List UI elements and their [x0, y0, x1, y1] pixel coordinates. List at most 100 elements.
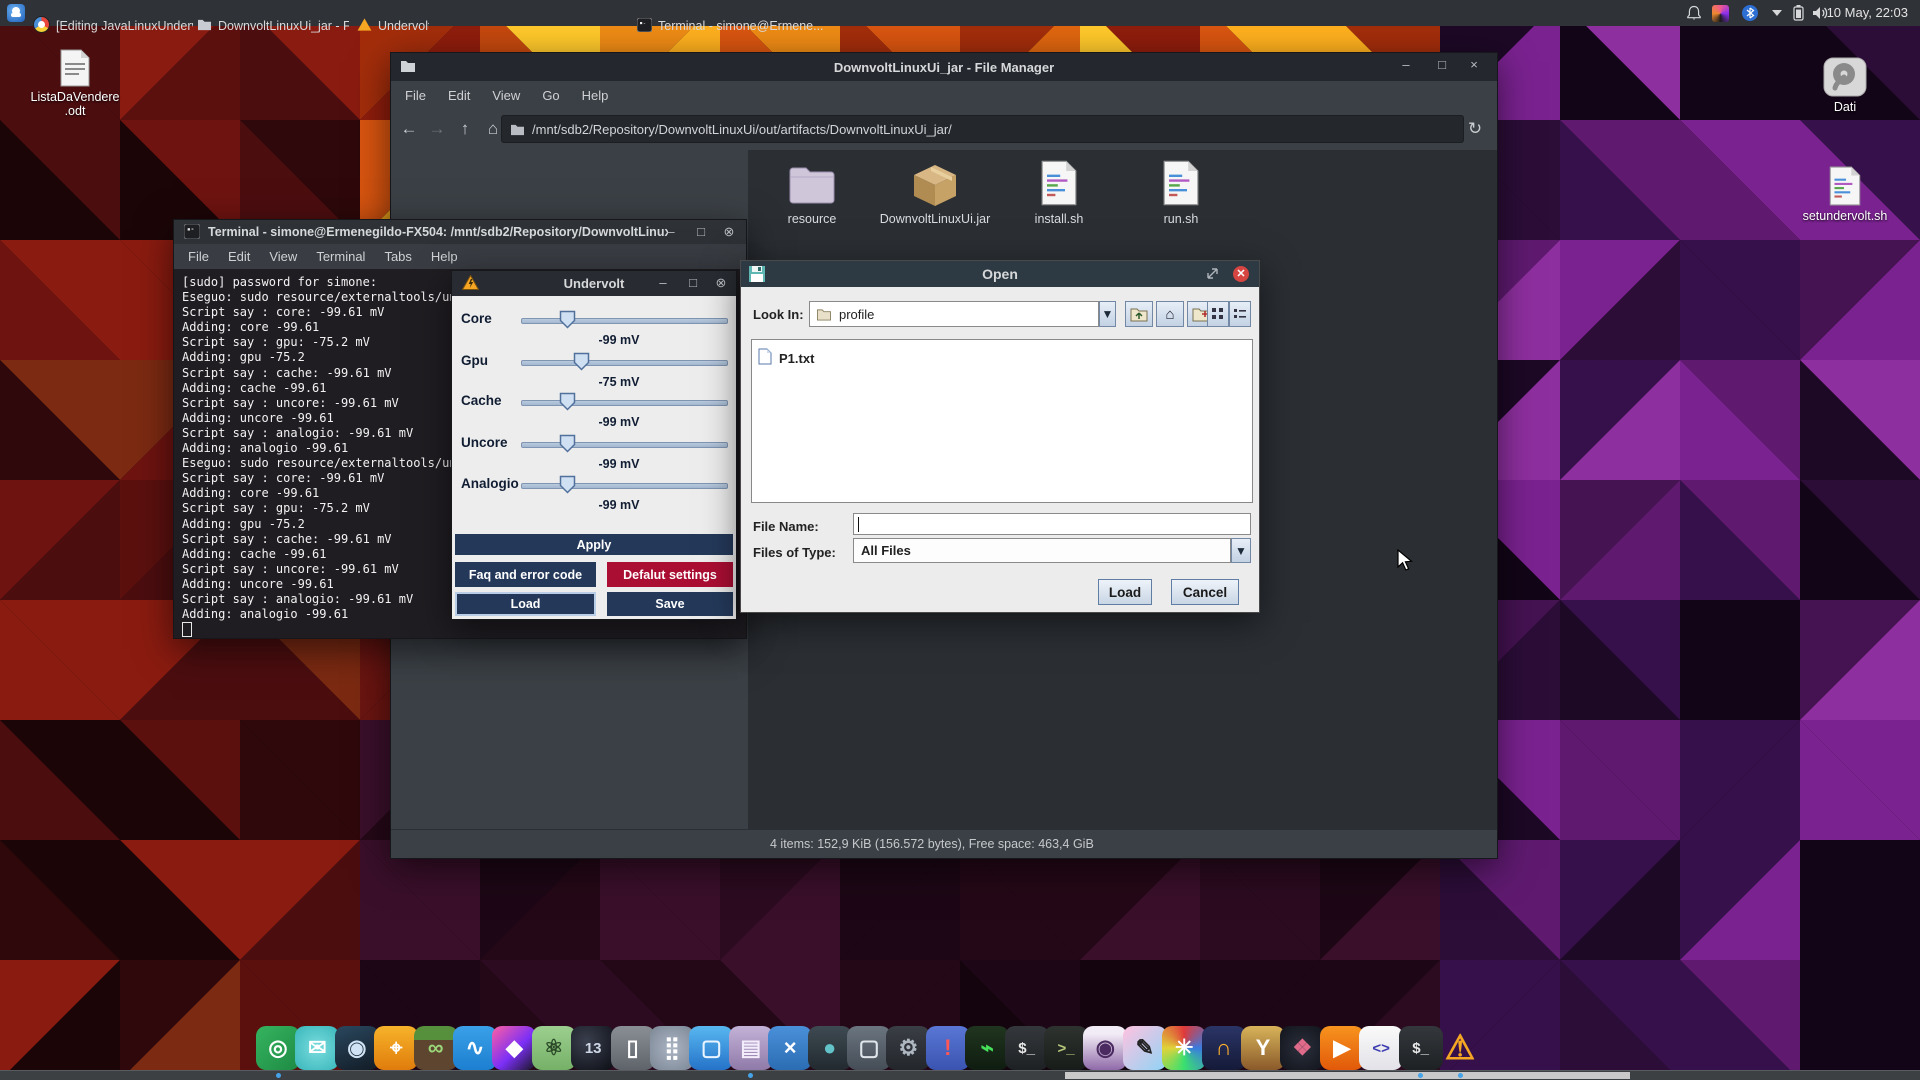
- dock-window-blue[interactable]: ▢: [689, 1026, 733, 1070]
- load-button[interactable]: Load: [455, 592, 596, 616]
- network-caret-icon[interactable]: [1770, 0, 1784, 26]
- dock-media-play[interactable]: ▶: [1320, 1026, 1364, 1070]
- close-icon[interactable]: ✕: [1233, 266, 1249, 282]
- terminal-titlebar[interactable]: ▪- Terminal - simone@Ermenegildo-FX504: …: [174, 220, 746, 244]
- minimize-icon[interactable]: –: [1395, 53, 1417, 77]
- dock-disc-teal[interactable]: ●: [808, 1026, 852, 1070]
- folder-up-icon[interactable]: [1125, 301, 1153, 327]
- slider-thumb-core[interactable]: [559, 310, 576, 334]
- desktop-icon-dati-drive[interactable]: Dati: [1800, 57, 1890, 114]
- menu-go[interactable]: Go: [542, 88, 559, 103]
- dock-undervolt-warning[interactable]: ⚠: [1438, 1026, 1482, 1070]
- slider-track-analogio[interactable]: [521, 483, 728, 489]
- back-icon[interactable]: ←: [395, 115, 423, 143]
- view-list-icon[interactable]: [1229, 301, 1251, 327]
- file-install.sh[interactable]: install.sh: [999, 158, 1119, 226]
- terminal-menu-help[interactable]: Help: [431, 249, 458, 264]
- slider-thumb-cache[interactable]: [559, 392, 576, 416]
- desktop-icon-lista-odt[interactable]: ListaDaVendere.odt: [30, 49, 120, 118]
- minimize-icon[interactable]: –: [660, 220, 682, 244]
- dock-sphere-13[interactable]: 13: [571, 1026, 615, 1070]
- file-name-input[interactable]: [853, 513, 1251, 535]
- dock-cocktail-wine[interactable]: Y: [1241, 1026, 1285, 1070]
- dock-atom-science[interactable]: ⚛: [532, 1026, 576, 1070]
- load-button[interactable]: Load: [1098, 579, 1152, 605]
- dock-app-grid[interactable]: ⣿: [650, 1026, 694, 1070]
- terminal-menu-file[interactable]: File: [188, 249, 209, 264]
- dock-window-slate[interactable]: ▢: [847, 1026, 891, 1070]
- dock-game-joystick[interactable]: ⌖: [374, 1026, 418, 1070]
- slider-track-core[interactable]: [521, 318, 728, 324]
- dock-blue-x[interactable]: ×: [768, 1026, 812, 1070]
- dialog-titlebar[interactable]: Open ✕: [741, 261, 1259, 287]
- dock-system-monitor[interactable]: ⌁: [965, 1026, 1009, 1070]
- dock-browser-green[interactable]: ◎: [256, 1026, 300, 1070]
- file-run.sh[interactable]: run.sh: [1121, 158, 1241, 226]
- look-in-dropdown-icon[interactable]: ▼: [1099, 301, 1116, 327]
- dock-steam[interactable]: ◉: [335, 1026, 379, 1070]
- terminal-menu-view[interactable]: View: [269, 249, 297, 264]
- dock-file-manager[interactable]: ▤: [729, 1026, 773, 1070]
- restore-icon[interactable]: □: [682, 271, 704, 295]
- dialog-file-P1.txt[interactable]: P1.txt: [758, 348, 814, 368]
- slider-thumb-gpu[interactable]: [573, 352, 590, 376]
- dock-gear-dark[interactable]: ⚙: [886, 1026, 930, 1070]
- path-bar[interactable]: /mnt/sdb2/Repository/DownvoltLinuxUi/out…: [501, 115, 1464, 143]
- bluetooth-icon[interactable]: [1742, 0, 1758, 26]
- dock-mail[interactable]: ✉: [295, 1026, 339, 1070]
- slider-thumb-analogio[interactable]: [559, 475, 576, 499]
- taskbar-item[interactable]: DownvoltLinuxUi_jar - File M...: [197, 13, 349, 39]
- taskbar-item[interactable]: [Editing JavaLinuxUndervolt/...: [33, 13, 193, 39]
- dock-terminal-dollar[interactable]: $_: [1005, 1026, 1049, 1070]
- slider-track-gpu[interactable]: [521, 360, 728, 366]
- dock-audio-headphones[interactable]: ∩: [1202, 1026, 1246, 1070]
- save-button[interactable]: Save: [607, 592, 733, 616]
- resize-icon[interactable]: [1206, 267, 1219, 283]
- terminal-menu-tabs[interactable]: Tabs: [384, 249, 411, 264]
- dock-paint-brush[interactable]: ✎: [1123, 1026, 1167, 1070]
- dock-terminal-arrow[interactable]: >_: [1044, 1026, 1088, 1070]
- notifications-bell-icon[interactable]: [1686, 0, 1702, 26]
- taskbar-item[interactable]: ▪-Terminal - simone@Ermene...: [637, 13, 833, 39]
- undervolt-titlebar[interactable]: Undervolt – □ ⊗: [452, 271, 736, 296]
- clock[interactable]: 10 May, 22:03: [1827, 5, 1908, 20]
- restore-icon[interactable]: □: [690, 220, 712, 244]
- file-resource[interactable]: resource: [752, 158, 872, 226]
- forward-icon[interactable]: →: [423, 115, 451, 143]
- dock-camera-app[interactable]: ◉: [1083, 1026, 1127, 1070]
- look-in-combobox[interactable]: profile: [809, 301, 1099, 327]
- close-icon[interactable]: ×: [1463, 53, 1485, 77]
- dialog-file-list[interactable]: P1.txt: [751, 339, 1253, 503]
- reload-icon[interactable]: ↻: [1461, 115, 1489, 143]
- menu-view[interactable]: View: [492, 88, 520, 103]
- dock-code-editor[interactable]: <>: [1359, 1026, 1403, 1070]
- terminal-menu-terminal[interactable]: Terminal: [316, 249, 365, 264]
- slider-track-cache[interactable]: [521, 400, 728, 406]
- home-icon[interactable]: ⌂: [1156, 301, 1184, 327]
- menu-edit[interactable]: Edit: [448, 88, 470, 103]
- dock-photo-aperture[interactable]: ✳: [1162, 1026, 1206, 1070]
- slider-thumb-uncore[interactable]: [559, 434, 576, 458]
- terminal-menu-edit[interactable]: Edit: [228, 249, 250, 264]
- faq-button[interactable]: Faq and error code: [455, 562, 596, 587]
- fm-titlebar[interactable]: DownvoltLinuxUi_jar - File Manager – □ ×: [391, 53, 1497, 81]
- dock-phone-doc[interactable]: ▯: [611, 1026, 655, 1070]
- apply-button[interactable]: Apply: [455, 534, 733, 555]
- minimize-icon[interactable]: –: [652, 271, 674, 295]
- dock-minecraft-grass[interactable]: ∞: [414, 1026, 458, 1070]
- menu-file[interactable]: File: [405, 88, 426, 103]
- menu-help[interactable]: Help: [582, 88, 609, 103]
- hidden-window-edge[interactable]: [1065, 1072, 1630, 1079]
- default-settings-button[interactable]: Defalut settings: [607, 562, 733, 587]
- close-icon[interactable]: ⊗: [710, 271, 732, 295]
- cube-app-icon[interactable]: [1712, 0, 1729, 26]
- view-grid-icon[interactable]: [1207, 301, 1229, 327]
- files-of-type-combobox[interactable]: All Files: [853, 538, 1231, 563]
- up-icon[interactable]: ↑: [451, 115, 479, 143]
- taskbar-item[interactable]: Undervolt: [357, 13, 429, 39]
- close-icon[interactable]: ⊗: [718, 220, 740, 244]
- desktop-icon-setundervolt-script[interactable]: setundervolt.sh: [1790, 166, 1900, 223]
- dock-terminal-dollar-2[interactable]: $_: [1399, 1026, 1443, 1070]
- battery-icon[interactable]: [1793, 0, 1804, 26]
- dock-monitor-wave[interactable]: ∿: [453, 1026, 497, 1070]
